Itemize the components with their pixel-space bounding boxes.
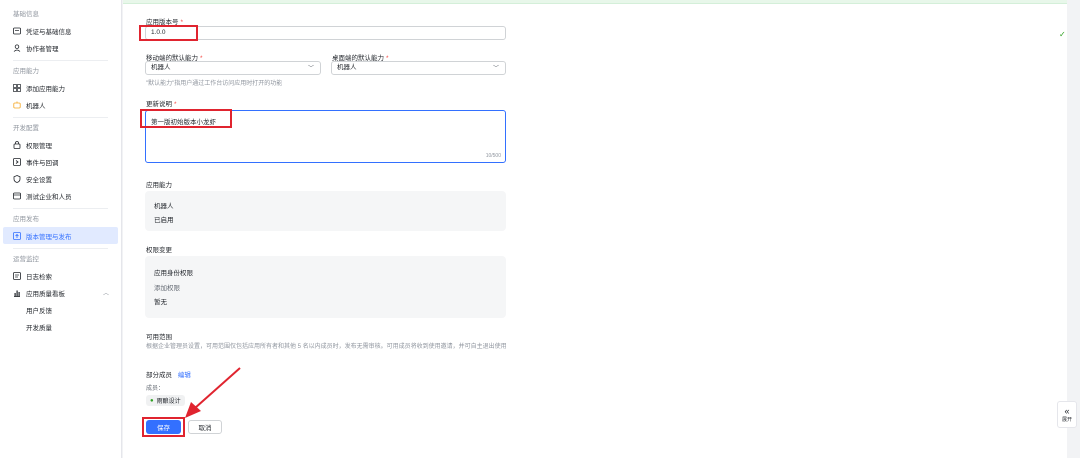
lock-icon [13,140,21,149]
expand-label: 展开 [1061,416,1072,423]
sidebar-item-label: 添加应用能力 [26,85,65,93]
sidebar-item-credentials[interactable]: 凭证与基础信息 [0,22,121,39]
sidebar-item-label: 日志检索 [26,273,52,281]
expand-button[interactable]: « 展开 [1057,401,1077,428]
user-icon [13,44,21,52]
chart-icon [13,289,21,297]
sidebar-item-test-users[interactable]: 测试企业和人员 [0,187,121,204]
sidebar-item-quality-board[interactable]: 应用质量看板 ︿ [0,284,121,301]
event-icon [13,157,21,166]
double-chevron-left-icon: « [1064,405,1070,416]
sidebar-item-label: 用户反馈 [26,307,52,315]
sidebar-item-collaborators[interactable]: 协作者管理 [0,39,121,56]
sidebar-item-label: 协作者管理 [26,45,59,53]
sidebar-item-label: 版本管理与发布 [26,233,72,241]
grid-icon [13,83,21,92]
sidebar-item-label: 机器人 [26,102,46,110]
robot-icon [13,101,21,109]
shield-icon [13,174,21,183]
sidebar-item-label: 开发质量 [26,324,52,332]
sidebar-divider [13,60,108,61]
sidebar-item-label: 测试企业和人员 [26,193,72,201]
test-icon [13,192,21,200]
sidebar-item-user-feedback[interactable]: 用户反馈 [0,301,121,318]
sidebar-divider [13,248,108,249]
sidebar-item-events[interactable]: 事件与回调 [0,153,121,170]
chevron-up-icon: ︿ [102,291,109,297]
main-panel: 应用版本号 * 1.0.0 移动端的默认能力 * 机器人 ﹀ 桌面端的默认能力 * 机… [123,0,1067,458]
sidebar-section-monitor: 运营监控 [13,256,39,263]
sidebar-divider [13,117,108,118]
annotation-arrow [185,367,241,418]
publish-icon [13,231,21,240]
sidebar-item-label: 安全设置 [26,176,52,184]
sidebar-item-security[interactable]: 安全设置 [0,170,121,187]
check-icon: ✓ [1059,30,1066,39]
sidebar-section-capability: 应用能力 [13,68,39,75]
log-icon [13,271,21,280]
sidebar-item-logs[interactable]: 日志检索 [0,267,121,284]
id-card-icon [13,27,21,35]
sidebar-item-label: 凭证与基础信息 [26,28,72,36]
sidebar-section-basic: 基础信息 [13,11,39,18]
sidebar-item-label: 权限管理 [26,142,52,150]
sidebar-section-dev: 开发配置 [13,125,39,132]
sidebar-item-robot[interactable]: 机器人 [0,96,121,113]
sidebar-item-permissions[interactable]: 权限管理 [0,136,121,153]
sidebar-divider [13,208,108,209]
sidebar-item-label: 应用质量看板 [26,290,65,298]
sidebar-item-label: 事件与回调 [26,159,59,167]
sidebar: 基础信息 凭证与基础信息 协作者管理 应用能力 添加应用能力 机器人 开发配置 … [0,0,122,458]
right-gutter [1067,0,1080,458]
sidebar-section-publish: 应用发布 [13,216,39,223]
sidebar-item-add-capability[interactable]: 添加应用能力 [0,79,121,96]
sidebar-item-dev-quality[interactable]: 开发质量 [0,318,121,335]
sidebar-item-version-publish[interactable]: 版本管理与发布 [3,227,118,244]
